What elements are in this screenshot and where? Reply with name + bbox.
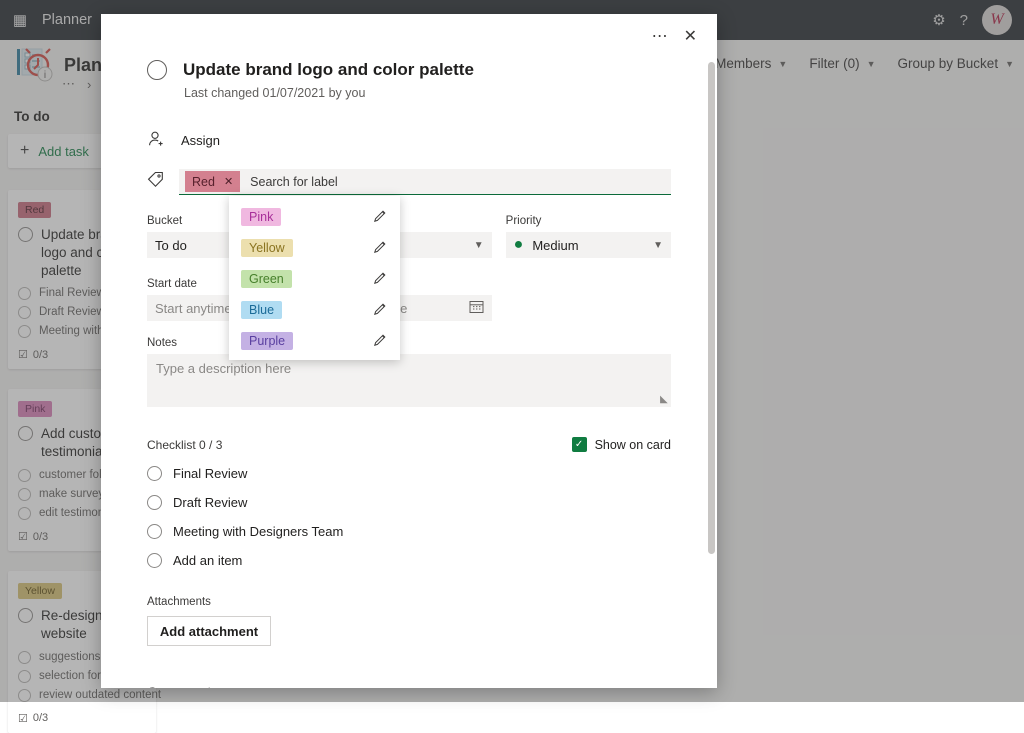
priority-label: Priority: [505, 215, 542, 227]
label-option-chip[interactable]: Green: [241, 270, 292, 288]
notes-placeholder: Type a description here: [156, 361, 292, 376]
checklist-items: Final Review Draft Review Meeting with Des…: [147, 466, 671, 568]
chevron-down-icon: ▼: [473, 239, 484, 251]
add-attachment-button[interactable]: Add attachment: [147, 616, 271, 646]
pencil-icon[interactable]: [373, 302, 387, 319]
bucket-progress-priority-row: Bucket To do ▼ Progress Not started ▼ Pr…: [147, 215, 671, 258]
show-on-card-toggle[interactable]: ✓ Show on card: [571, 437, 671, 452]
label-option-chip[interactable]: Yellow: [241, 239, 293, 257]
label-option-row[interactable]: Yellow: [229, 235, 400, 261]
label-row: Red ✕ Search for label: [147, 169, 671, 195]
dates-row: Start date Start anytime Due date Due an…: [147, 278, 671, 321]
add-person-icon: [147, 130, 165, 151]
close-icon[interactable]: ✕: [684, 29, 697, 45]
checklist-item-label: Meeting with Designers Team: [173, 524, 344, 539]
label-option-row[interactable]: Pink: [229, 204, 400, 230]
resize-handle-icon[interactable]: ◢: [660, 394, 668, 405]
assign-row[interactable]: Assign: [147, 130, 671, 151]
pencil-icon[interactable]: [373, 240, 387, 257]
checklist-item[interactable]: Add an item: [147, 553, 671, 568]
pencil-icon[interactable]: [373, 271, 387, 288]
selected-label-chip: Red ✕: [185, 171, 241, 192]
checklist-item-checkbox[interactable]: [147, 524, 162, 539]
label-option-chip[interactable]: Blue: [241, 301, 283, 319]
label-option-chip[interactable]: Pink: [241, 208, 282, 226]
bucket-value: To do: [155, 237, 187, 253]
close-icon[interactable]: ✕: [224, 175, 233, 188]
task-last-changed: Last changed 01/07/2021 by you: [184, 86, 366, 100]
task-complete-checkbox[interactable]: [147, 60, 167, 80]
label-option-row[interactable]: Purple: [229, 328, 400, 354]
card-progress: ☑ 0/3: [18, 712, 146, 725]
task-detail-dialog: ⋯ ✕ Update brand logo and color palette …: [101, 14, 717, 688]
selected-label-text: Red: [192, 174, 215, 189]
dialog-body: Update brand logo and color palette Last…: [101, 60, 717, 688]
label-option-row[interactable]: Blue: [229, 297, 400, 323]
label-search-field[interactable]: Red ✕ Search for label: [179, 169, 671, 195]
checklist-item-checkbox[interactable]: [147, 466, 162, 481]
show-on-card-label: Show on card: [594, 437, 671, 452]
checklist-item-label: Draft Review: [173, 495, 248, 510]
assign-label: Assign: [181, 133, 221, 148]
checklist-item[interactable]: Final Review: [147, 466, 671, 481]
chevron-down-icon: ▼: [653, 239, 663, 251]
label-option-row[interactable]: Green: [229, 266, 400, 292]
priority-value: Medium: [532, 237, 579, 253]
dialog-title-bar: ⋯ ✕: [101, 14, 717, 60]
label-dropdown-menu: Pink Yellow Green Blue Purple: [229, 196, 400, 360]
checklist-item-label: Final Review: [173, 466, 248, 481]
checkbox-checked-icon: ✓: [571, 437, 587, 452]
notes-label: Notes: [147, 337, 178, 349]
checklist-item-label: Add an item: [173, 553, 243, 568]
pencil-icon[interactable]: [373, 333, 387, 350]
calendar-icon[interactable]: [469, 299, 484, 317]
label-search-placeholder: Search for label: [250, 174, 338, 189]
notes-textarea[interactable]: Type a description here ◢: [147, 354, 671, 407]
checklist-item-checkbox[interactable]: [147, 553, 162, 568]
checklist-item[interactable]: Meeting with Designers Team: [147, 524, 671, 539]
comments-heading: Comments: [147, 684, 671, 688]
attachments-label: Attachments: [147, 596, 211, 608]
label-option-chip[interactable]: Purple: [241, 332, 294, 350]
dates-spacer: [506, 278, 671, 321]
checklist-item-checkbox[interactable]: [147, 495, 162, 510]
checklist-progress-icon: ☑: [18, 712, 28, 725]
checklist-item[interactable]: Draft Review: [147, 495, 671, 510]
task-title[interactable]: Update brand logo and color palette: [183, 60, 474, 80]
pencil-icon[interactable]: [373, 209, 387, 226]
priority-select[interactable]: ● Medium ▼: [505, 232, 671, 258]
start-date-placeholder: Start anytime: [155, 300, 232, 316]
task-title-row: Update brand logo and color palette: [147, 60, 671, 80]
tag-icon: [147, 171, 164, 193]
ellipsis-icon[interactable]: ⋯: [652, 29, 668, 45]
card-progress-text: 0/3: [32, 712, 49, 725]
checklist-header: Checklist 0 / 3 ✓ Show on card: [147, 437, 671, 452]
priority-field: Priority ● Medium ▼: [505, 215, 671, 258]
checklist-count: Checklist 0 / 3: [147, 437, 223, 452]
